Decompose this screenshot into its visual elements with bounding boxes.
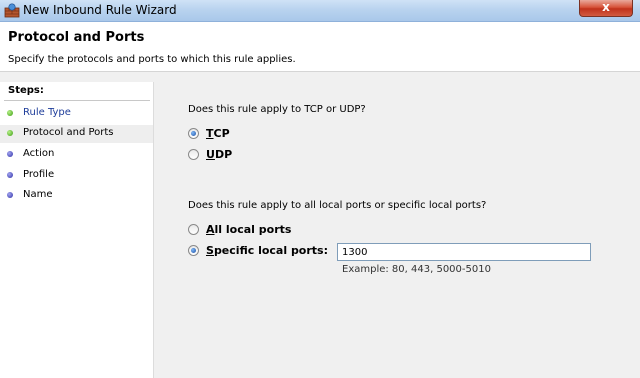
wizard-header: Protocol and Ports Specify the protocols… <box>0 22 640 72</box>
access-key-mnemonic: S <box>206 244 214 257</box>
step-pending-icon <box>7 192 13 198</box>
close-icon: x <box>602 0 610 14</box>
all-local-ports-radio[interactable] <box>188 224 199 235</box>
specific-local-ports-label[interactable]: Specific local ports: <box>206 244 328 257</box>
title-bar: New Inbound Rule Wizard x <box>0 0 640 22</box>
ports-question: Does this rule apply to all local ports … <box>188 200 487 211</box>
step-profile: Profile <box>0 167 153 185</box>
access-key-mnemonic: U <box>206 148 215 161</box>
page-title: Protocol and Ports <box>8 30 145 45</box>
step-action: Action <box>0 146 153 164</box>
step-protocol-and-ports[interactable]: Protocol and Ports <box>0 125 153 143</box>
access-key-mnemonic: A <box>206 223 215 236</box>
step-label: Profile <box>23 169 55 180</box>
tcp-radio[interactable] <box>188 128 199 139</box>
step-label: Rule Type <box>23 107 71 118</box>
window-title: New Inbound Rule Wizard <box>23 3 177 17</box>
main-content: Does this rule apply to TCP or UDP? TCP … <box>154 82 640 378</box>
specific-local-ports-radio[interactable] <box>188 245 199 256</box>
udp-radio[interactable] <box>188 149 199 160</box>
step-complete-icon <box>7 110 13 116</box>
protocol-question: Does this rule apply to TCP or UDP? <box>188 104 366 115</box>
step-label: Name <box>23 189 53 200</box>
all-local-ports-label[interactable]: All local ports <box>206 223 291 236</box>
step-label: Protocol and Ports <box>23 127 114 138</box>
step-rule-type[interactable]: Rule Type <box>0 105 153 123</box>
page-subtitle: Specify the protocols and ports to which… <box>8 54 296 65</box>
specific-ports-input[interactable] <box>337 243 591 261</box>
steps-title: Steps: <box>8 85 44 96</box>
step-name: Name <box>0 187 153 205</box>
step-pending-icon <box>7 172 13 178</box>
step-pending-icon <box>7 151 13 157</box>
udp-label[interactable]: UDP <box>206 148 232 161</box>
tcp-label[interactable]: TCP <box>206 127 230 140</box>
access-key-mnemonic: T <box>206 127 214 140</box>
steps-pane: Steps: Rule Type Protocol and Ports Acti… <box>0 82 154 378</box>
close-button[interactable]: x <box>579 0 633 17</box>
step-label: Action <box>23 148 55 159</box>
ports-example-hint: Example: 80, 443, 5000-5010 <box>342 264 491 275</box>
steps-divider <box>4 100 150 101</box>
step-complete-icon <box>7 130 13 136</box>
firewall-app-icon <box>4 3 20 18</box>
